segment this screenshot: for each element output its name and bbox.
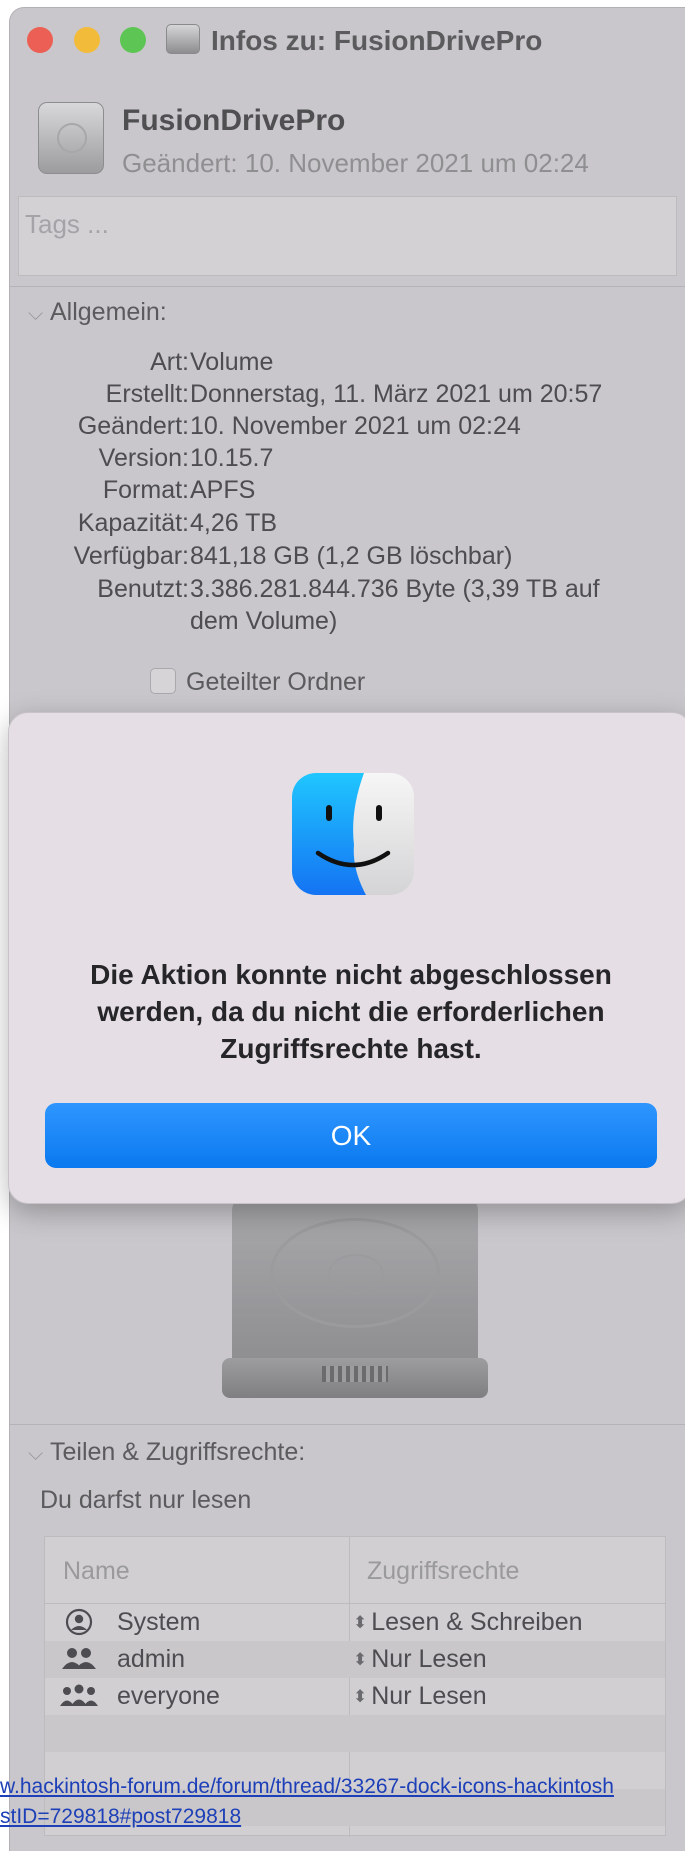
url-overlay: w.hackintosh-forum.de/forum/thread/33267… (0, 1772, 685, 1832)
sharing-section-toggle[interactable]: ⌵ Teilen & Zugriffsrechte: (28, 1438, 305, 1467)
up-down-arrows-icon: ⬍ (353, 1650, 368, 1669)
everyone-icon (60, 1684, 98, 1706)
info-row-modified: Geändert: 10. November 2021 um 02:24 (77, 412, 521, 440)
info-row-created: Erstellt: Donnerstag, 11. März 2021 um 2… (105, 380, 603, 408)
chevron-down-icon: ⌵ (28, 303, 44, 325)
sharing-heading: Teilen & Zugriffsrechte: (50, 1438, 306, 1466)
permission-error-dialog: Die Aktion konnte nicht abgeschlossen we… (8, 712, 685, 1204)
dialog-message: Die Aktion konnte nicht abgeschlossen we… (90, 959, 612, 1064)
up-down-arrows-icon: ⬍ (353, 1613, 368, 1632)
tags-placeholder: Tags ... (25, 209, 109, 239)
row-name: System (117, 1608, 201, 1636)
minimize-button[interactable] (74, 27, 100, 53)
user-circle-icon (65, 1608, 93, 1636)
url-link-line2[interactable]: stID=729818#post729818 (0, 1802, 685, 1832)
title-bar[interactable]: Infos zu: FusionDrivePro (10, 8, 685, 70)
close-button[interactable] (27, 27, 53, 53)
shared-folder-checkbox[interactable]: Geteilter Ordner (150, 668, 365, 697)
drive-icon (166, 24, 200, 54)
window-title: Infos zu: FusionDrivePro (211, 25, 543, 56)
volume-name: FusionDrivePro (122, 104, 346, 137)
info-row-kind: Art: Volume (150, 348, 274, 376)
divider (10, 1424, 685, 1425)
rights-popup[interactable]: ⬍ Nur Lesen (353, 1645, 487, 1674)
url-link-line1[interactable]: w.hackintosh-forum.de/forum/thread/33267… (0, 1772, 685, 1802)
finder-icon (292, 773, 414, 895)
info-row-available: Verfügbar: 841,18 GB (1,2 GB löschbar) (73, 542, 513, 570)
checkbox-box[interactable] (150, 668, 176, 694)
permission-description: Du darfst nur lesen (40, 1486, 252, 1514)
volume-icon (38, 102, 104, 174)
row-name: admin (117, 1645, 186, 1673)
shared-folder-label: Geteilter Ordner (186, 668, 366, 696)
row-name: everyone (117, 1682, 220, 1710)
info-row-format: Format: APFS (102, 476, 256, 504)
up-down-arrows-icon: ⬍ (353, 1687, 368, 1706)
tags-field[interactable]: Tags ... (18, 196, 677, 276)
rights-popup[interactable]: ⬍ Nur Lesen (353, 1682, 487, 1711)
table-row[interactable]: System ⬍ Lesen & Schreiben (45, 1604, 665, 1641)
info-row-used-cont: dem Volume) (190, 607, 338, 635)
chevron-down-icon: ⌵ (28, 1443, 44, 1465)
volume-modified: Geändert: 10. November 2021 um 02:24 (122, 148, 589, 178)
info-row-capacity: Kapazität: 4,26 TB (77, 509, 278, 537)
ok-button[interactable]: OK (45, 1103, 657, 1168)
column-header-name[interactable]: Name (63, 1537, 130, 1603)
rights-popup[interactable]: ⬍ Lesen & Schreiben (353, 1608, 583, 1637)
group-icon (62, 1648, 96, 1669)
table-row-empty (45, 1715, 665, 1752)
info-row-version: Version: 10.15.7 (98, 444, 274, 472)
zoom-button[interactable] (120, 27, 146, 53)
general-heading: Allgemein: (50, 298, 167, 326)
table-row[interactable]: everyone ⬍ Nur Lesen (45, 1678, 665, 1715)
drive-preview-icon (222, 1198, 488, 1398)
divider (10, 286, 685, 287)
column-header-rights[interactable]: Zugriffsrechte (367, 1537, 519, 1603)
table-row[interactable]: admin ⬍ Nur Lesen (45, 1641, 665, 1678)
general-section-toggle[interactable]: ⌵ Allgemein: (28, 298, 167, 327)
info-row-used: Benutzt: 3.386.281.844.736 Byte (3,39 TB… (97, 575, 600, 603)
